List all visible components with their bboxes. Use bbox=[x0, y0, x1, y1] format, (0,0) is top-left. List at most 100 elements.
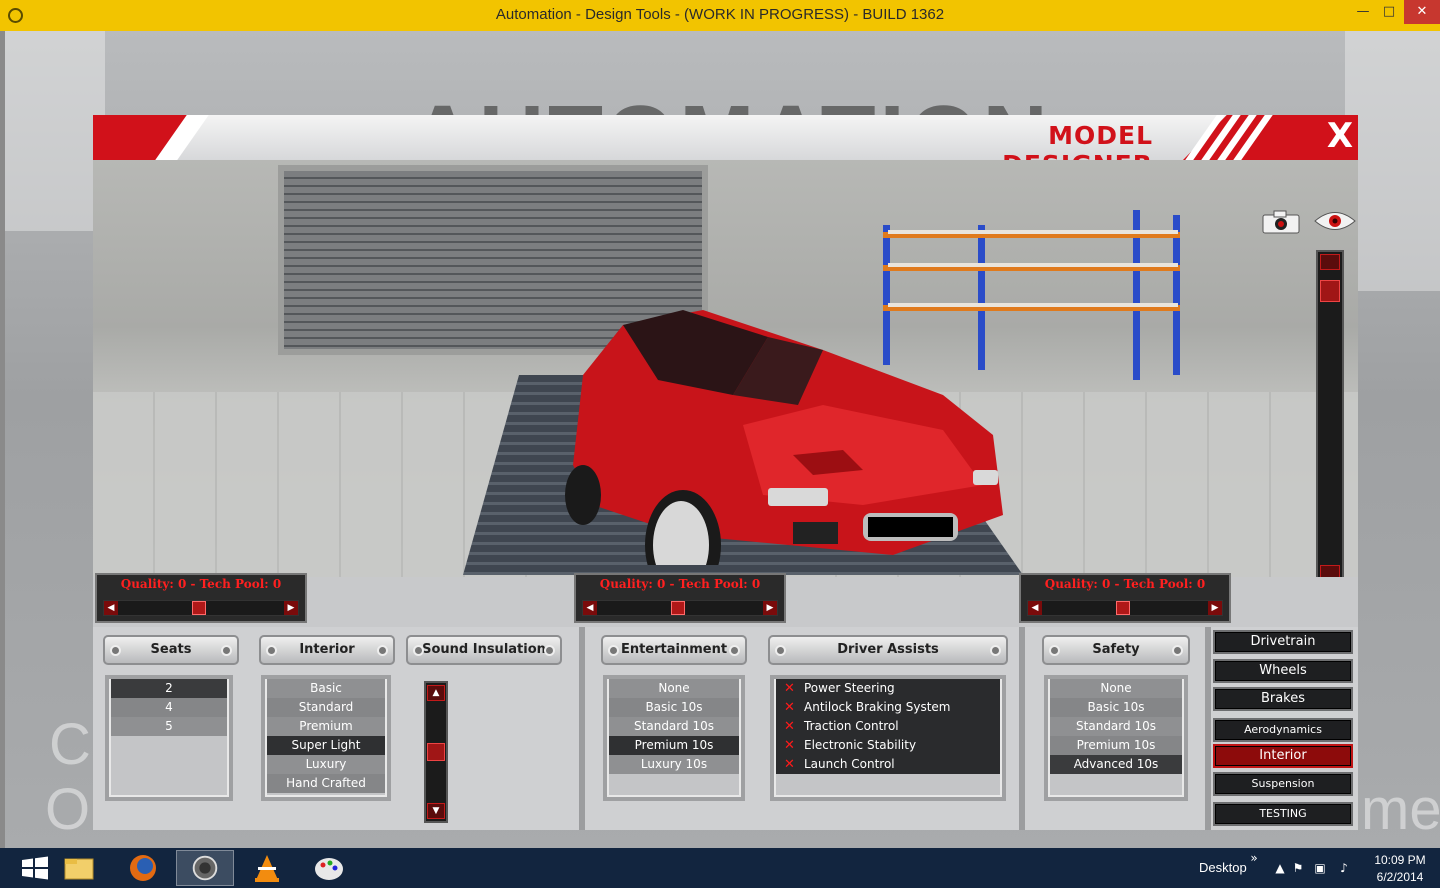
toolbar-chevron-icon[interactable]: » bbox=[1246, 850, 1262, 866]
nav-interior-button[interactable]: Interior bbox=[1213, 744, 1353, 768]
assist-label: Electronic Stability bbox=[804, 738, 917, 752]
interior-header[interactable]: Interior bbox=[259, 635, 395, 665]
red-car-model bbox=[565, 310, 1003, 565]
slider-left-arrow[interactable]: ◀ bbox=[104, 601, 118, 615]
list-item-entertainment-none[interactable]: None bbox=[609, 679, 739, 698]
scroll-thumb[interactable] bbox=[1320, 280, 1340, 302]
minimize-button[interactable]: — bbox=[1352, 0, 1374, 24]
slider-knob[interactable] bbox=[671, 601, 685, 615]
list-item-interior-super-light[interactable]: Super Light bbox=[267, 736, 385, 755]
list-item-interior-basic[interactable]: Basic bbox=[267, 679, 385, 698]
slider-right-arrow[interactable]: ▶ bbox=[284, 601, 298, 615]
slider-right-arrow[interactable]: ▶ bbox=[1208, 601, 1222, 615]
knob-icon bbox=[775, 645, 786, 656]
safety-header[interactable]: Safety bbox=[1042, 635, 1190, 665]
seats-list: 2 4 5 bbox=[105, 675, 233, 801]
quality-slider[interactable]: ◀ ▶ bbox=[103, 600, 299, 616]
list-item-entertainment-luxury[interactable]: Luxury 10s bbox=[609, 755, 739, 774]
volume-icon[interactable]: ♪ bbox=[1336, 860, 1352, 876]
slider-up-arrow[interactable]: ▲ bbox=[427, 685, 445, 701]
show-hidden-icons-icon[interactable]: ▲ bbox=[1272, 860, 1288, 876]
list-item-interior-luxury[interactable]: Luxury bbox=[267, 755, 385, 774]
list-item-interior-standard[interactable]: Standard bbox=[267, 698, 385, 717]
paint-icon[interactable] bbox=[300, 850, 358, 886]
shelf-board bbox=[888, 230, 1178, 234]
list-item-entertainment-basic[interactable]: Basic 10s bbox=[609, 698, 739, 717]
list-item-seats-2[interactable]: 2 bbox=[111, 679, 227, 698]
firefox-icon[interactable] bbox=[114, 850, 172, 886]
seats-header[interactable]: Seats bbox=[103, 635, 239, 665]
slider-left-arrow[interactable]: ◀ bbox=[583, 601, 597, 615]
list-item-safety-advanced[interactable]: Advanced 10s bbox=[1050, 755, 1182, 774]
camera-icon[interactable] bbox=[1261, 210, 1301, 234]
desktop-toolbar-label[interactable]: Desktop bbox=[1199, 860, 1247, 875]
nav-drivetrain-button[interactable]: Drivetrain bbox=[1213, 630, 1353, 654]
bg-window-light bbox=[1345, 31, 1440, 291]
slider-right-arrow[interactable]: ▶ bbox=[763, 601, 777, 615]
maximize-button[interactable]: □ bbox=[1378, 0, 1400, 24]
list-item-safety-standard[interactable]: Standard 10s bbox=[1050, 717, 1182, 736]
window-close-button[interactable]: ✕ bbox=[1404, 0, 1440, 24]
panel-close-button[interactable]: X bbox=[1320, 115, 1358, 160]
quality-slider[interactable]: ◀ ▶ bbox=[1027, 600, 1223, 616]
panel-header: MODEL DESIGNER X bbox=[93, 115, 1358, 160]
background-glyph: O bbox=[45, 777, 91, 842]
slider-down-arrow[interactable]: ▼ bbox=[427, 803, 445, 819]
nav-brakes-button[interactable]: Brakes bbox=[1213, 687, 1353, 711]
camera-zoom-scrollbar[interactable] bbox=[1316, 250, 1344, 577]
driver-assists-list: ✕ Power Steering ✕ Antilock Braking System… bbox=[770, 675, 1006, 801]
list-item-entertainment-premium[interactable]: Premium 10s bbox=[609, 736, 739, 755]
list-item-safety-basic[interactable]: Basic 10s bbox=[1050, 698, 1182, 717]
scroll-up-button[interactable] bbox=[1320, 254, 1340, 270]
quality-label: Quality: 0 - Tech Pool: 0 bbox=[1044, 577, 1206, 591]
knob-icon bbox=[1172, 645, 1183, 656]
vlc-icon[interactable] bbox=[238, 850, 296, 886]
background-glyph: C bbox=[49, 712, 91, 777]
assist-power-steering[interactable]: ✕ Power Steering bbox=[776, 679, 1000, 698]
nav-suspension-button[interactable]: Suspension bbox=[1213, 772, 1353, 796]
nav-wheels-button[interactable]: Wheels bbox=[1213, 659, 1353, 683]
slider-knob[interactable] bbox=[1116, 601, 1130, 615]
disabled-x-icon: ✕ bbox=[784, 757, 795, 772]
action-center-flag-icon[interactable]: ⚑ bbox=[1290, 860, 1306, 876]
list-item-safety-premium[interactable]: Premium 10s bbox=[1050, 736, 1182, 755]
assist-label: Traction Control bbox=[804, 719, 899, 733]
disabled-x-icon: ✕ bbox=[784, 700, 795, 715]
list-item-interior-hand-crafted[interactable]: Hand Crafted bbox=[267, 774, 385, 793]
sound-insulation-slider[interactable]: ▲ ▼ bbox=[424, 681, 448, 823]
sound-insulation-header[interactable]: Sound Insulation bbox=[406, 635, 562, 665]
quality-slider[interactable]: ◀ ▶ bbox=[582, 600, 778, 616]
driver-assists-header[interactable]: Driver Assists bbox=[768, 635, 1008, 665]
eye-icon[interactable] bbox=[1313, 208, 1357, 234]
clock-time[interactable]: 10:09 PM bbox=[1370, 853, 1430, 867]
quality-tech-pool-bar: Quality: 0 - Tech Pool: 0 ◀ ▶ bbox=[574, 573, 786, 623]
slider-knob[interactable] bbox=[192, 601, 206, 615]
file-explorer-icon[interactable] bbox=[50, 850, 108, 886]
network-icon[interactable]: ▣ bbox=[1312, 860, 1328, 876]
assist-electronic-stability[interactable]: ✕ Electronic Stability bbox=[776, 736, 1000, 755]
slider-left-arrow[interactable]: ◀ bbox=[1028, 601, 1042, 615]
entertainment-header[interactable]: Entertainment bbox=[601, 635, 747, 665]
assist-launch-control[interactable]: ✕ Launch Control bbox=[776, 755, 1000, 774]
clock-date[interactable]: 6/2/2014 bbox=[1370, 870, 1430, 884]
assist-traction-control[interactable]: ✕ Traction Control bbox=[776, 717, 1000, 736]
nav-testing-button[interactable]: TESTING bbox=[1213, 802, 1353, 826]
interior-label: Interior bbox=[299, 642, 355, 657]
car-viewport[interactable] bbox=[93, 160, 1358, 577]
entertainment-list: None Basic 10s Standard 10s Premium 10s … bbox=[603, 675, 745, 801]
list-item-entertainment-standard[interactable]: Standard 10s bbox=[609, 717, 739, 736]
slider-thumb[interactable] bbox=[427, 743, 445, 761]
list-item-seats-4[interactable]: 4 bbox=[111, 698, 227, 717]
assist-abs[interactable]: ✕ Antilock Braking System bbox=[776, 698, 1000, 717]
quality-tech-pool-bar: Quality: 0 - Tech Pool: 0 ◀ ▶ bbox=[95, 573, 307, 623]
scroll-down-button[interactable] bbox=[1320, 565, 1340, 577]
list-item-interior-premium[interactable]: Premium bbox=[267, 717, 385, 736]
knob-icon bbox=[544, 645, 555, 656]
nav-aerodynamics-button[interactable]: Aerodynamics bbox=[1213, 718, 1353, 742]
group-divider bbox=[579, 627, 585, 830]
knob-icon bbox=[729, 645, 740, 656]
list-item-seats-5[interactable]: 5 bbox=[111, 717, 227, 736]
model-designer-panel: MODEL DESIGNER X bbox=[93, 115, 1358, 830]
automation-app-icon[interactable] bbox=[176, 850, 234, 886]
list-item-safety-none[interactable]: None bbox=[1050, 679, 1182, 698]
